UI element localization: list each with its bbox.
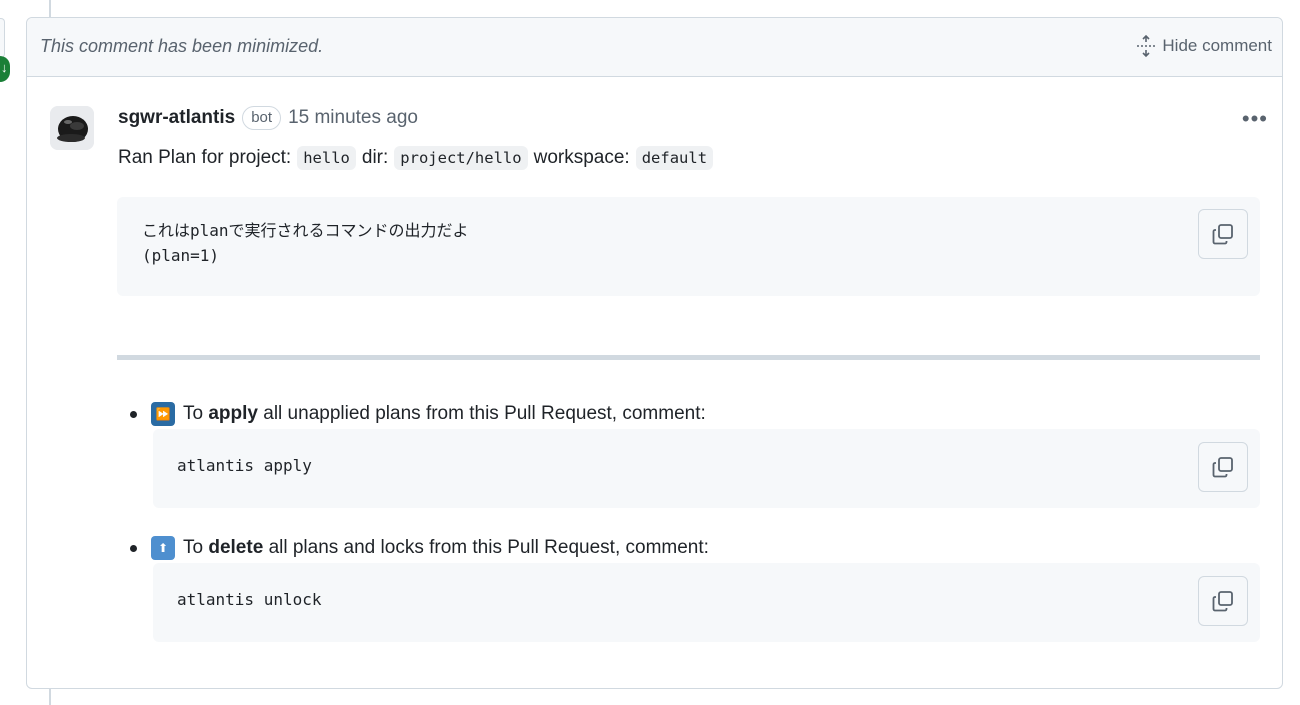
comment-header: sgwr-atlantis bot 15 minutes ago [118,106,418,130]
bullet-dot [130,544,137,552]
instruction-suffix: all unapplied plans from this Pull Reque… [263,403,706,424]
list-item: ⬆ To delete all plans and locks from thi… [118,536,709,560]
dir-code: project/hello [394,146,528,170]
list-item: ⏩ To apply all unapplied plans from this… [118,402,706,426]
hide-comment-label: Hide comment [1162,36,1272,55]
instruction-suffix: all plans and locks from this Pull Reque… [268,537,709,558]
copy-icon [1212,591,1233,612]
hide-comment-button[interactable]: Hide comment [1136,34,1272,58]
unlock-command: atlantis unlock [177,590,322,609]
summary-prefix: Ran Plan for project: [118,147,292,168]
bullet-dot [130,410,137,418]
push-icon: ↓ [1,60,8,75]
dir-label: dir: [361,147,389,168]
instruction-action: delete [208,537,264,558]
plan-output-block: これはplanで実行されるコマンドの出力だよ (plan=1) [117,197,1260,296]
copy-button[interactable] [1198,442,1248,492]
fast-forward-icon: ⏩ [151,402,175,426]
workspace-label: workspace: [533,147,630,168]
plan-output-line-1: これはplanで実行されるコマンドの出力だよ [142,221,469,240]
copy-icon [1212,457,1233,478]
helmet-avatar-icon [50,106,94,150]
author-name[interactable]: sgwr-atlantis [118,107,235,129]
project-code: hello [297,146,356,170]
avatar[interactable] [50,106,94,150]
timestamp[interactable]: 15 minutes ago [288,107,418,129]
divider [117,355,1260,360]
plan-output-line-2: (plan=1) [142,246,220,265]
copy-button[interactable] [1198,209,1248,259]
instruction-prefix: To [183,537,204,558]
instruction-prefix: To [183,403,204,424]
timeline-badge: ↓ [0,56,10,82]
minimized-text: This comment has been minimized. [40,36,324,56]
plan-summary: Ran Plan for project: hello dir: project… [118,146,714,170]
apply-command-block: atlantis apply [153,429,1260,508]
copy-button[interactable] [1198,576,1248,626]
apply-command: atlantis apply [177,456,312,475]
workspace-code: default [635,146,714,170]
minimized-bar: This comment has been minimized. Hide co… [27,18,1282,77]
more-options-icon[interactable]: ••• [1242,106,1268,132]
comment-box: This comment has been minimized. Hide co… [26,17,1283,689]
bot-badge: bot [242,106,282,130]
timeline-stub [0,18,5,58]
up-arrow-icon: ⬆ [151,536,175,560]
unlock-command-block: atlantis unlock [153,563,1260,642]
instruction-action: apply [208,403,258,424]
copy-icon [1212,224,1233,245]
fold-icon [1137,34,1156,58]
